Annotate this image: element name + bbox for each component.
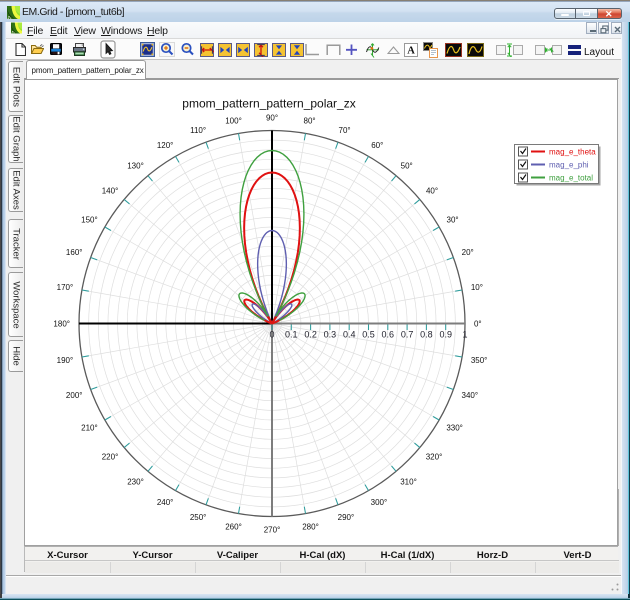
svg-text:0.1: 0.1 <box>285 330 298 340</box>
svg-text:280°: 280° <box>302 522 319 531</box>
svg-text:100°: 100° <box>225 117 242 126</box>
svg-text:0.8: 0.8 <box>420 330 433 340</box>
svg-text:140°: 140° <box>102 186 119 195</box>
svg-text:240°: 240° <box>157 498 174 507</box>
svg-text:pmom_pattern_pattern_polar_zx: pmom_pattern_pattern_polar_zx <box>182 97 355 111</box>
svg-text:250°: 250° <box>190 513 207 522</box>
svg-text:0°: 0° <box>474 320 482 329</box>
svg-text:160°: 160° <box>66 248 83 257</box>
svg-text:30°: 30° <box>447 216 459 225</box>
svg-text:mag_e_theta: mag_e_theta <box>549 148 596 157</box>
svg-text:mag_e_phi: mag_e_phi <box>549 161 589 170</box>
svg-text:0.2: 0.2 <box>304 330 317 340</box>
svg-text:190°: 190° <box>57 356 74 365</box>
svg-text:0.3: 0.3 <box>324 330 337 340</box>
svg-text:290°: 290° <box>338 513 355 522</box>
svg-text:180°: 180° <box>53 320 70 329</box>
svg-text:0: 0 <box>269 330 274 340</box>
svg-text:320°: 320° <box>426 453 443 462</box>
svg-text:200°: 200° <box>66 391 83 400</box>
svg-text:130°: 130° <box>127 161 144 170</box>
svg-text:20°: 20° <box>462 248 474 257</box>
svg-text:330°: 330° <box>446 423 463 432</box>
svg-text:40°: 40° <box>426 186 438 195</box>
svg-text:0.9: 0.9 <box>439 330 452 340</box>
svg-text:270°: 270° <box>264 526 281 535</box>
svg-text:220°: 220° <box>102 453 119 462</box>
svg-text:310°: 310° <box>400 478 417 487</box>
svg-text:120°: 120° <box>157 141 174 150</box>
svg-text:60°: 60° <box>371 141 383 150</box>
svg-text:mag_e_total: mag_e_total <box>549 174 593 183</box>
svg-text:230°: 230° <box>127 478 144 487</box>
svg-text:0.7: 0.7 <box>401 330 414 340</box>
svg-text:1: 1 <box>462 330 467 340</box>
svg-text:A: A <box>407 46 415 57</box>
svg-text:170°: 170° <box>57 283 74 292</box>
svg-text:80°: 80° <box>304 117 316 126</box>
svg-text:300°: 300° <box>371 498 388 507</box>
svg-text:0.5: 0.5 <box>362 330 375 340</box>
svg-text:70°: 70° <box>339 126 351 135</box>
svg-text:0.6: 0.6 <box>382 330 395 340</box>
svg-text:150°: 150° <box>81 216 98 225</box>
svg-text:0.4: 0.4 <box>343 330 356 340</box>
svg-text:50°: 50° <box>401 161 413 170</box>
svg-text:260°: 260° <box>225 522 242 531</box>
svg-text:110°: 110° <box>190 126 206 135</box>
svg-text:90°: 90° <box>266 114 278 123</box>
svg-text:10°: 10° <box>471 283 483 292</box>
svg-text:350°: 350° <box>471 356 488 365</box>
svg-text:340°: 340° <box>462 391 479 400</box>
svg-text:210°: 210° <box>81 423 98 432</box>
